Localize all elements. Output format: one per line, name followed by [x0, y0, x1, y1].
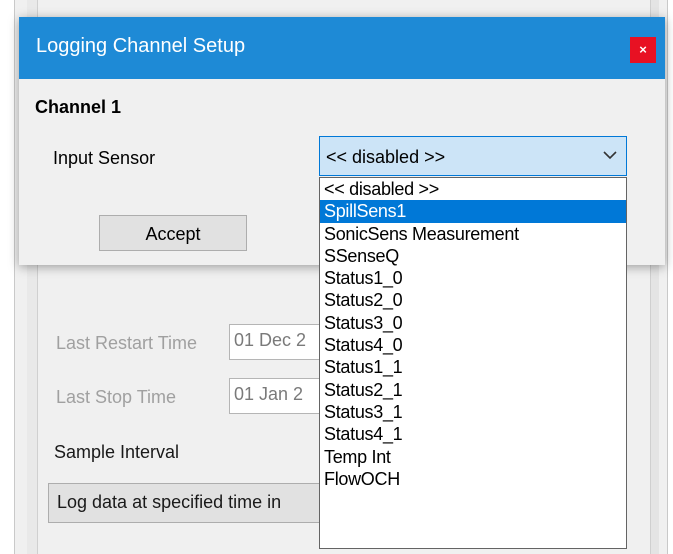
- accept-button[interactable]: Accept: [99, 215, 247, 251]
- dropdown-item[interactable]: Status2_0: [320, 289, 626, 311]
- input-sensor-value: << disabled >>: [326, 147, 446, 167]
- last-stop-label: Last Stop Time: [56, 387, 177, 407]
- dropdown-item[interactable]: Status1_0: [320, 267, 626, 289]
- input-sensor-dropdown-list: << disabled >> SpillSens1 SonicSens Measur…: [319, 177, 627, 549]
- dropdown-item[interactable]: Status2_1: [320, 379, 626, 401]
- chevron-down-icon[interactable]: [602, 149, 618, 161]
- dropdown-item[interactable]: SpillSens1: [320, 200, 626, 223]
- dropdown-item[interactable]: SSenseQ: [320, 245, 626, 267]
- sample-interval-select[interactable]: Log data at specified time in: [48, 483, 348, 523]
- dropdown-item[interactable]: Status4_1: [320, 423, 626, 445]
- channel-heading: Channel 1: [35, 97, 122, 117]
- dropdown-item[interactable]: FlowOCH: [320, 468, 626, 490]
- last-restart-label: Last Restart Time: [56, 333, 198, 353]
- dialog-titlebar[interactable]: Logging Channel Setup ×: [19, 17, 665, 79]
- close-icon: ×: [639, 42, 647, 57]
- dropdown-item[interactable]: << disabled >>: [320, 178, 626, 200]
- dropdown-item[interactable]: Status3_1: [320, 401, 626, 423]
- dropdown-item[interactable]: Status1_1: [320, 356, 626, 378]
- input-sensor-select[interactable]: << disabled >>: [319, 136, 627, 176]
- sample-interval-label: Sample Interval: [54, 442, 180, 462]
- screen: Last Restart Time 01 Dec 2 Last Stop Tim…: [0, 0, 673, 554]
- dropdown-item[interactable]: SonicSens Measurement: [320, 223, 626, 245]
- dropdown-item[interactable]: Temp Int: [320, 446, 626, 468]
- close-button[interactable]: ×: [630, 37, 656, 63]
- dropdown-item[interactable]: Status3_0: [320, 312, 626, 334]
- dropdown-item[interactable]: Status4_0: [320, 334, 626, 356]
- dialog-title: Logging Channel Setup: [36, 35, 246, 57]
- input-sensor-label: Input Sensor: [53, 148, 156, 168]
